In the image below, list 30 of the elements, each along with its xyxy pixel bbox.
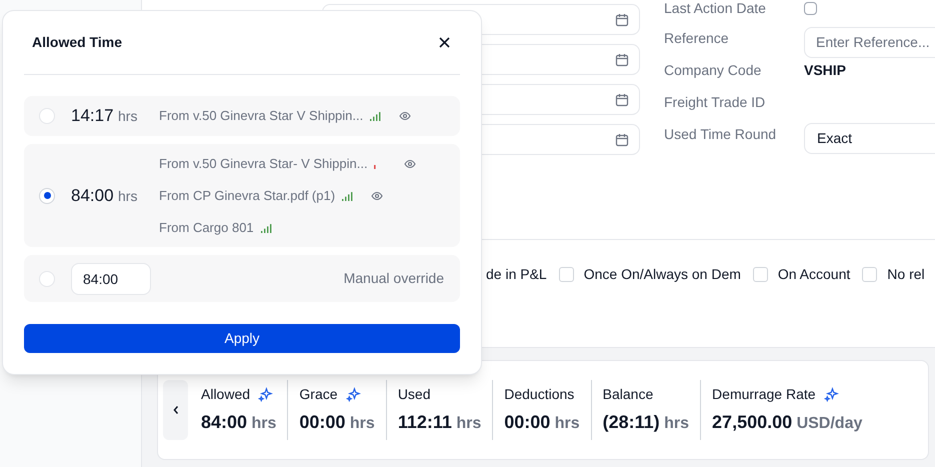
option-label: No rel: [887, 265, 925, 284]
option-label: de in P&L: [486, 265, 547, 284]
stat-label: Balance: [602, 385, 654, 404]
time-value: 84:00 hrs: [71, 184, 138, 206]
stat-label: Deductions: [504, 385, 574, 404]
stat-value: 112:11 hrs: [398, 411, 482, 434]
stat-value: 00:00 hrs: [299, 411, 375, 434]
source-text: From Cargo 801: [159, 218, 254, 237]
dialog-title: Allowed Time: [32, 33, 122, 52]
field-label: Freight Trade ID: [664, 92, 766, 112]
field-label: Reference: [664, 28, 730, 48]
stat-label: Allowed: [201, 385, 250, 404]
option-label: On Account: [778, 265, 850, 284]
field-label: Company Code: [664, 60, 762, 80]
stat-value: 84:00 hrs: [201, 411, 276, 434]
stat-label: Used: [398, 385, 430, 404]
manual-override-label: Manual override: [344, 269, 444, 288]
field-label: Used Time Round: [664, 124, 778, 144]
option-label: Once On/Always on Dem: [584, 265, 741, 284]
field-label: Last Action Date: [664, 0, 767, 18]
source-text: From v.50 Ginevra Star- V Shippin...: [159, 154, 368, 173]
stat-value: (28:11) hrs: [602, 411, 690, 434]
stat-value: 27,500.00 USD/day: [712, 411, 862, 434]
stat-value: 00:00 hrs: [504, 411, 580, 434]
time-value: 14:17 hrs: [71, 105, 138, 127]
field-value: VSHIP: [804, 60, 846, 80]
source-text: From CP Ginevra Star.pdf (p1): [159, 186, 336, 205]
stat-label: Demurrage Rate: [712, 385, 816, 404]
stat-label: Grace: [299, 385, 338, 404]
source-text: From v.50 Ginevra Star V Shippin...: [159, 107, 364, 126]
